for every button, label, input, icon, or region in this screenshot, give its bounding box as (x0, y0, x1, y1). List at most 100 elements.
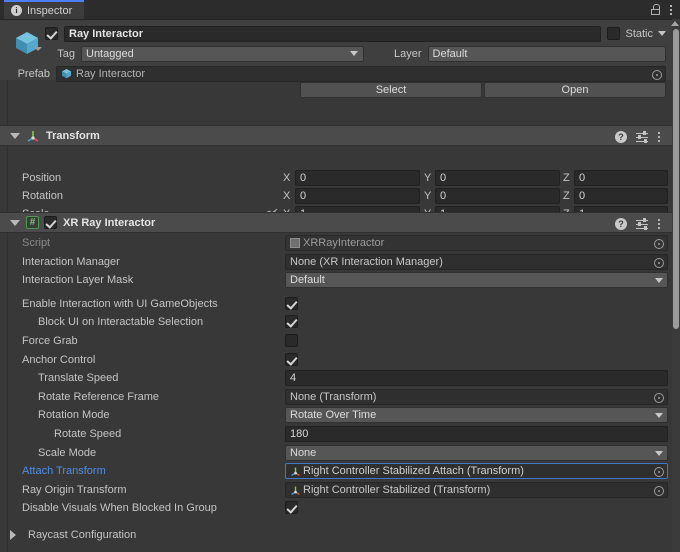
rotate-reference-frame-value: None (Transform) (290, 391, 377, 403)
scale-mode-field[interactable]: None (285, 445, 668, 461)
kebab-menu-icon[interactable] (657, 218, 660, 229)
chevron-down-icon[interactable] (655, 451, 663, 456)
gameobject-header: Ray Interactor Static Tag Untagged Layer… (0, 20, 672, 98)
icon-dropdown-caret[interactable] (34, 47, 42, 51)
tab-inspector-label: Inspector (27, 4, 73, 17)
static-checkbox[interactable] (607, 27, 621, 40)
property-row-rotate-reference-frame: Rotate Reference Frame None (Transform) (0, 388, 672, 406)
object-picker-icon[interactable] (654, 393, 664, 403)
object-picker-icon[interactable] (654, 467, 664, 477)
preset-settings-icon[interactable] (636, 130, 648, 143)
interaction-manager-label: Interaction Manager (22, 256, 120, 268)
vertical-scrollbar[interactable] (671, 19, 680, 552)
xr-ray-interactor-title: XR Ray Interactor (63, 216, 156, 229)
disable-visuals-when-blocked-in-group-checkbox[interactable] (285, 501, 298, 514)
object-picker-icon[interactable] (654, 239, 664, 249)
translate-speed-field[interactable]: 4 (285, 370, 668, 386)
transform-axis-icon (26, 129, 40, 143)
transform-component-header[interactable]: Transform ? (0, 125, 672, 146)
raycast-configuration-label: Raycast Configuration (28, 529, 137, 541)
kebab-menu-icon[interactable] (669, 4, 672, 15)
position-x-input[interactable]: 0 (295, 170, 420, 186)
rotate-reference-frame-field[interactable]: None (Transform) (285, 389, 668, 405)
block-ui-on-interactable-selection-checkbox[interactable] (285, 315, 298, 328)
prefab-cube-icon[interactable] (14, 30, 40, 56)
rotation-y-axis-label: Y (424, 190, 432, 202)
gameobject-name-input[interactable]: Ray Interactor (64, 25, 602, 42)
xr-ray-interactor-foldout-arrow-icon[interactable] (10, 219, 20, 226)
object-picker-icon[interactable] (654, 486, 664, 496)
interaction-manager-field[interactable]: None (XR Interaction Manager) (285, 254, 668, 270)
gameobject-name-row: Ray Interactor Static (45, 25, 666, 42)
position-y-input[interactable]: 0 (435, 170, 560, 186)
ray-origin-transform-field[interactable]: Right Controller Stabilized (Transform) (285, 482, 668, 498)
transform-foldout-arrow-icon[interactable] (10, 132, 20, 139)
property-row-rotate-speed: Rotate Speed 180 (0, 425, 672, 443)
property-row-translate-speed: Translate Speed 4 (0, 369, 672, 387)
rotate-speed-field[interactable]: 180 (285, 426, 668, 442)
interaction-layer-mask-value: Default (290, 274, 325, 286)
rotate-speed-label: Rotate Speed (54, 428, 122, 440)
layer-label: Layer (394, 47, 422, 60)
chevron-down-icon[interactable] (655, 413, 663, 418)
select-button[interactable]: Select (300, 82, 482, 98)
force-grab-label: Force Grab (22, 335, 78, 347)
ray-origin-transform-label: Ray Origin Transform (22, 484, 127, 496)
script-asset-icon (290, 238, 300, 248)
transform-axis-icon (290, 485, 301, 496)
unity-inspector-window: i Inspector Ray Interactor Static Tag Un… (0, 0, 680, 552)
prefab-buttons-row: Select Open (0, 82, 672, 99)
lock-icon[interactable] (651, 4, 660, 15)
static-control: Static (607, 27, 666, 40)
scale-mode-label: Scale Mode (38, 447, 97, 459)
interaction-layer-mask-field[interactable]: Default (285, 272, 668, 288)
rotation-x-input[interactable]: 0 (295, 188, 420, 204)
script-value: XRRayInteractor (303, 237, 385, 249)
preset-settings-icon[interactable] (636, 217, 648, 230)
object-picker-icon[interactable] (654, 258, 664, 268)
attach-transform-value: Right Controller Stabilized Attach (Tran… (303, 465, 524, 477)
prefab-row: Prefab Ray Interactor (8, 65, 666, 82)
xr-ray-interactor-enabled-checkbox[interactable] (44, 216, 57, 229)
rotation-x-axis-label: X (283, 190, 291, 202)
rotation-label: Rotation (22, 190, 63, 202)
transform-header-actions: ? (615, 126, 664, 147)
raycast-configuration-foldout[interactable]: Raycast Configuration (0, 526, 672, 544)
rotation-y-input[interactable]: 0 (435, 188, 560, 204)
block-ui-on-interactable-selection-label: Block UI on Interactable Selection (38, 316, 204, 328)
anchor-control-label: Anchor Control (22, 354, 96, 366)
property-row-rotation-mode: Rotation Mode Rotate Over Time (0, 406, 672, 424)
open-button[interactable]: Open (484, 82, 666, 98)
raycast-configuration-arrow-icon[interactable] (10, 530, 16, 540)
translate-speed-label: Translate Speed (38, 372, 119, 384)
help-icon[interactable]: ? (615, 217, 627, 230)
rotation-mode-field[interactable]: Rotate Over Time (285, 407, 668, 423)
interaction-layer-mask-label: Interaction Layer Mask (22, 274, 134, 286)
static-dropdown-caret-icon[interactable] (658, 31, 666, 36)
attach-transform-label: Attach Transform (22, 465, 106, 477)
gameobject-enabled-checkbox[interactable] (45, 27, 58, 40)
kebab-menu-icon[interactable] (657, 131, 660, 142)
scrollbar-thumb[interactable] (673, 29, 679, 329)
property-row-scale-mode: Scale Mode None (0, 444, 672, 462)
script-label: Script (22, 237, 51, 249)
property-row-interaction-layer-mask: Interaction Layer Mask Default (0, 271, 672, 289)
object-picker-icon[interactable] (652, 69, 662, 80)
script-field[interactable]: XRRayInteractor (285, 235, 668, 251)
force-grab-checkbox[interactable] (285, 334, 298, 347)
help-icon[interactable]: ? (615, 130, 627, 143)
xr-ray-interactor-component-header[interactable]: # XR Ray Interactor ? (0, 212, 672, 233)
attach-transform-field[interactable]: Right Controller Stabilized Attach (Tran… (285, 463, 668, 479)
chevron-down-icon[interactable] (655, 278, 663, 283)
info-icon: i (11, 5, 22, 16)
layer-dropdown[interactable]: Default (427, 45, 666, 62)
prefab-object-field[interactable]: Ray Interactor (56, 65, 666, 82)
inspector-body: Ray Interactor Static Tag Untagged Layer… (0, 19, 680, 552)
rotation-z-input[interactable]: 0 (574, 188, 668, 204)
tag-dropdown[interactable]: Untagged (81, 45, 364, 62)
scrollbar-up-arrow-icon[interactable] (671, 21, 679, 26)
position-z-input[interactable]: 0 (574, 170, 668, 186)
enable-interaction-with-ui-gameobjects-checkbox[interactable] (285, 297, 298, 310)
anchor-control-checkbox[interactable] (285, 353, 298, 366)
tab-inspector[interactable]: i Inspector (4, 0, 85, 19)
